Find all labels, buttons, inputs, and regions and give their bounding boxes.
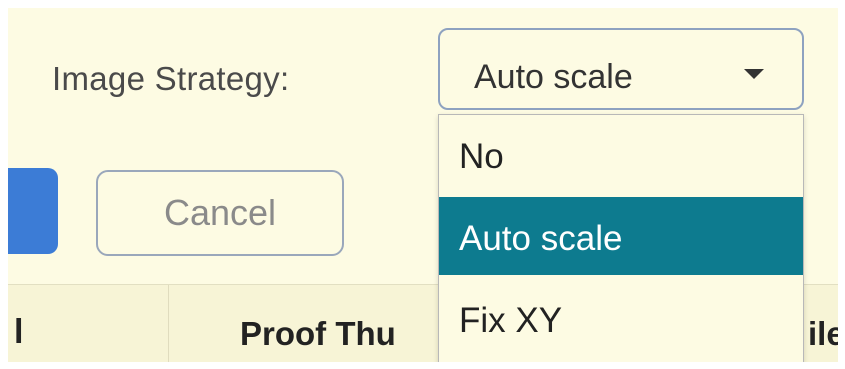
column-header-partial-right[interactable]: ile <box>808 315 838 353</box>
chevron-down-icon[interactable] <box>744 69 764 79</box>
option-fix-xy[interactable]: Fix XY <box>439 279 803 357</box>
image-strategy-select[interactable]: Auto scale <box>438 28 804 110</box>
option-no[interactable]: No <box>439 115 803 193</box>
primary-button[interactable] <box>8 168 58 254</box>
dropdown-menu: No Auto scale Fix XY <box>438 114 804 362</box>
cancel-button[interactable]: Cancel <box>96 170 344 256</box>
column-header-partial-left[interactable]: l <box>14 313 23 352</box>
dialog-panel: Image Strategy: Auto scale Cancel l Proo… <box>8 8 838 362</box>
option-auto-scale[interactable]: Auto scale <box>439 197 803 275</box>
column-divider <box>168 285 169 362</box>
column-header-proof-thumbnail[interactable]: Proof Thu <box>240 315 396 353</box>
select-value: Auto scale <box>474 58 633 96</box>
image-strategy-label: Image Strategy: <box>52 60 290 97</box>
